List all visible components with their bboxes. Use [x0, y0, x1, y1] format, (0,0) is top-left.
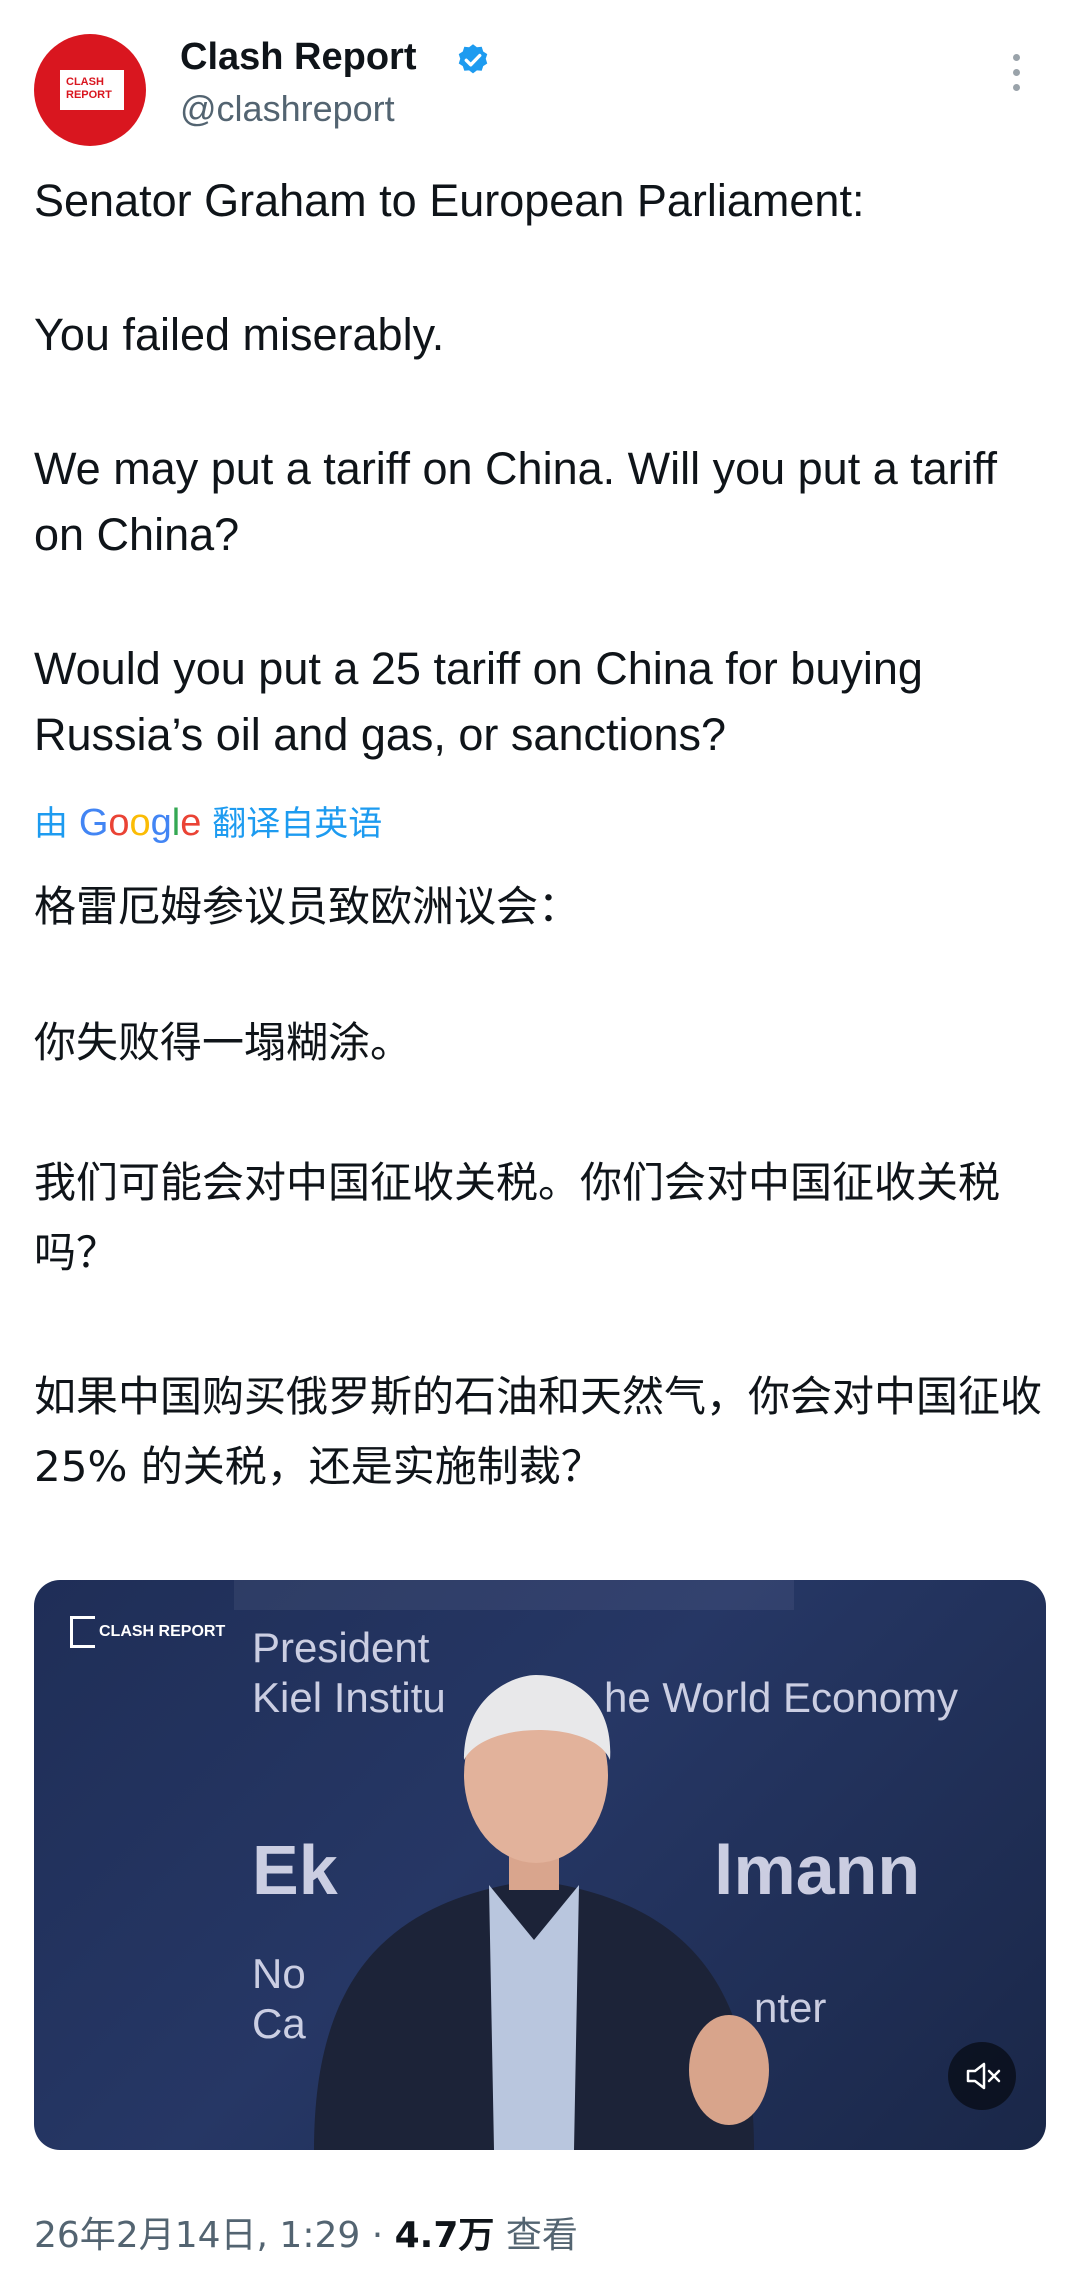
verified-badge-icon: [458, 44, 488, 74]
tweet-text-zh-3: 我们可能会对中国征收关税。你们会对中国征收关税吗？: [34, 1158, 1001, 1277]
view-count: 4.7万: [394, 2215, 495, 2256]
tweet-text-en-3: We may put a tariff on China. Will you p…: [34, 443, 997, 560]
tweet-text-zh-2: 你失败得一塌糊涂。: [34, 1018, 413, 1067]
avatar[interactable]: CLASH REPORT: [34, 34, 146, 146]
view-count-label: 查看: [494, 2215, 578, 2256]
speaker-muted-icon: [966, 2062, 1001, 2090]
video-watermark: CLASH REPORT: [70, 1616, 225, 1648]
more-options-icon[interactable]: [1010, 54, 1022, 98]
tweet-text-en-2: You failed miserably.: [34, 309, 445, 360]
tweet-text-zh-4: 如果中国购买俄罗斯的石油和天然气，你会对中国征收 25% 的关税，还是实施制裁？: [34, 1372, 1043, 1491]
google-logo: Google: [78, 802, 202, 844]
speaker-figure: [314, 1675, 769, 2150]
tweet-timestamp[interactable]: 26年2月14日, 1:29 ·: [34, 2215, 395, 2256]
translation-attribution[interactable]: 由 Google 翻译自英语: [34, 796, 382, 845]
mute-toggle-button[interactable]: [948, 2042, 1016, 2110]
video-player[interactable]: President Kiel Institu he World Economy …: [34, 1580, 1046, 2150]
avatar-logo: CLASH REPORT: [60, 70, 124, 110]
tweet-text-en-4: Would you put a 25 tariff on China for b…: [34, 643, 923, 760]
stage-banner: [234, 1580, 794, 1610]
display-name[interactable]: Clash Report: [180, 36, 416, 79]
tweet-text-zh-1: 格雷厄姆参议员致欧洲议会：: [34, 882, 581, 931]
tweet-meta: 26年2月14日, 1:29 · 4.7万 查看: [34, 2206, 578, 2258]
username-handle[interactable]: @clashreport: [180, 88, 395, 130]
tweet-text-en-1: Senator Graham to European Parliament:: [34, 175, 865, 226]
